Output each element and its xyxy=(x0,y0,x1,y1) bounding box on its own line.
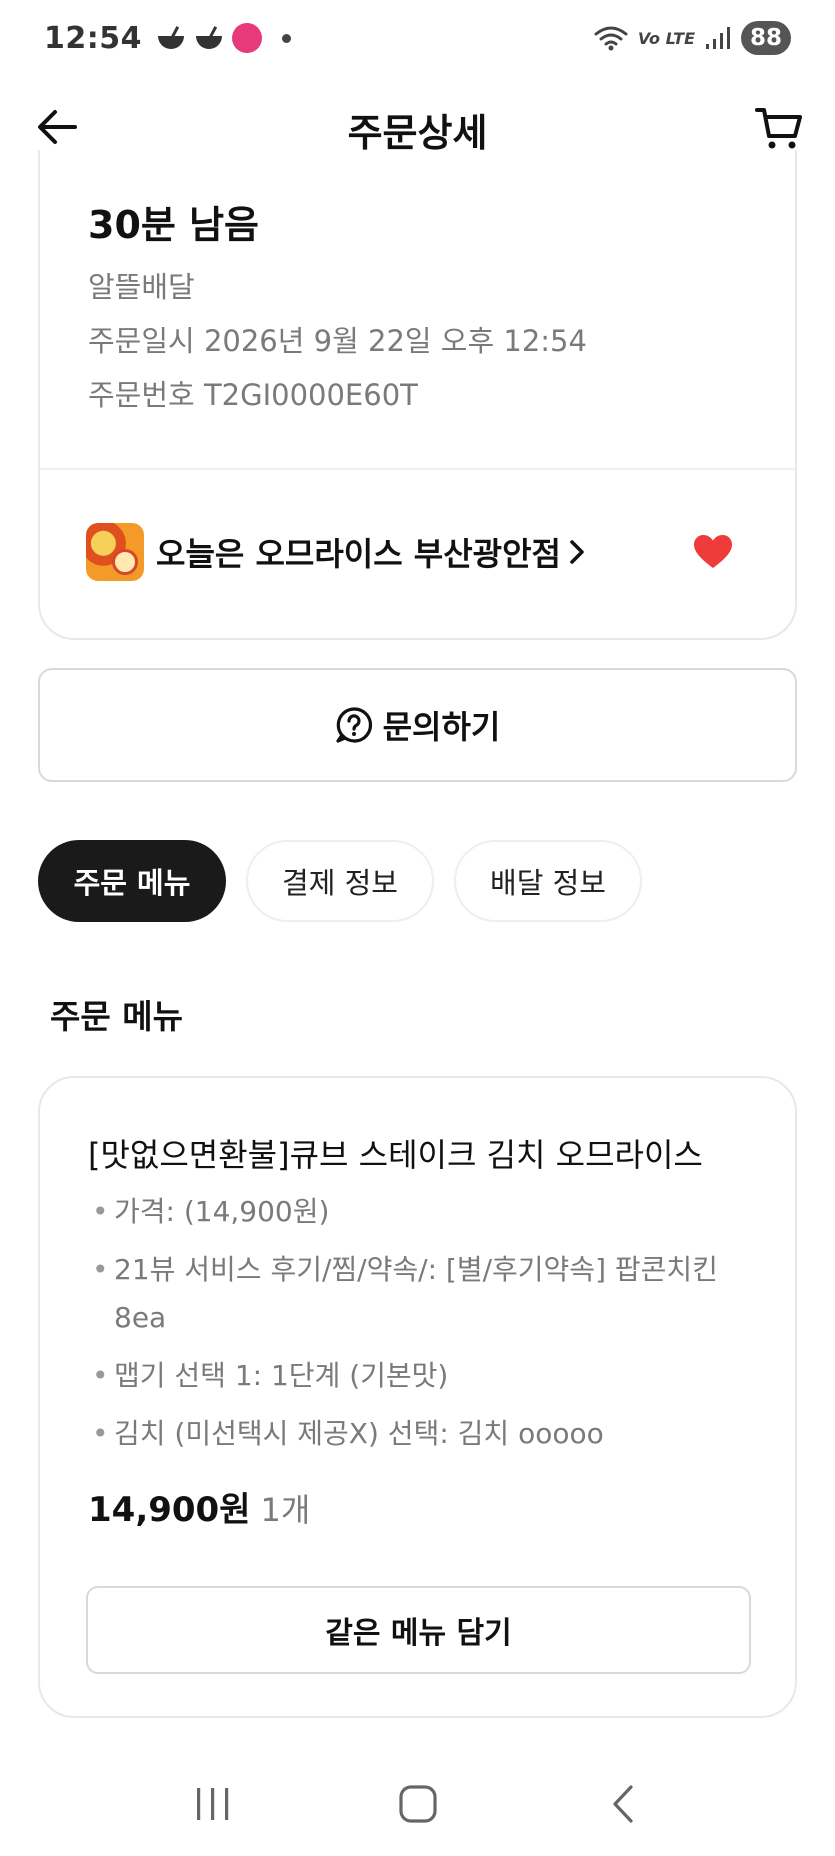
menu-option: 맵기 선택 1: 1단계 (기본맛) xyxy=(88,1352,747,1400)
order-number: 주문번호 T2GI0000E60T xyxy=(88,378,418,412)
status-time: 12:54 xyxy=(44,20,142,56)
inquiry-button[interactable]: 문의하기 xyxy=(38,668,797,782)
tab-order-menu[interactable]: 주문 메뉴 xyxy=(38,840,226,922)
status-indicators: Vo LTE 88 xyxy=(594,21,791,55)
chevron-right-icon xyxy=(569,539,585,565)
section-title: 주문 메뉴 xyxy=(50,997,183,1036)
store-link[interactable]: 오늘은 오므라이스 부산광안점 xyxy=(86,522,749,582)
divider xyxy=(40,468,795,470)
menu-price: 14,900원 xyxy=(88,1490,251,1530)
volte-label: Vo LTE xyxy=(637,28,695,48)
price-row: 14,900원 1개 xyxy=(88,1482,310,1531)
recent-apps-icon xyxy=(196,1788,228,1820)
order-summary-card: 30분 남음 알뜰배달 주문일시 2026년 9월 22일 오후 12:54 주… xyxy=(38,150,797,640)
back-icon xyxy=(612,1785,633,1823)
signal-icon xyxy=(706,27,730,49)
tab-payment-info[interactable]: 결제 정보 xyxy=(246,840,434,922)
cart-button[interactable] xyxy=(753,104,805,154)
system-back-button[interactable] xyxy=(593,1774,653,1834)
home-button[interactable] xyxy=(388,1774,448,1834)
menu-item-card: [맛없으면환불]큐브 스테이크 김치 오므라이스 가격: (14,900원) 2… xyxy=(38,1076,797,1718)
add-same-menu-button[interactable]: 같은 메뉴 담기 xyxy=(86,1586,751,1674)
menu-quantity: 1개 xyxy=(260,1491,311,1529)
menu-name: [맛없으면환불]큐브 스테이크 김치 오므라이스 xyxy=(88,1136,703,1174)
store-thumbnail xyxy=(86,523,144,581)
question-circle-icon xyxy=(336,707,372,743)
bowl-icon xyxy=(156,26,186,50)
app-icon xyxy=(232,23,262,53)
home-icon xyxy=(398,1785,437,1823)
recent-apps-button[interactable] xyxy=(183,1774,243,1834)
favorite-button[interactable] xyxy=(689,528,737,576)
store-name: 오늘은 오므라이스 부산광안점 xyxy=(156,535,562,573)
notification-icons xyxy=(156,23,291,53)
menu-option: 김치 (미선택시 제공X) 선택: 김치 ooooo xyxy=(88,1410,747,1458)
order-datetime: 주문일시 2026년 9월 22일 오후 12:54 xyxy=(88,324,587,358)
order-info: 알뜰배달 주문일시 2026년 9월 22일 오후 12:54 주문번호 T2G… xyxy=(88,260,587,422)
menu-option: 가격: (14,900원) xyxy=(88,1188,747,1236)
page-title: 주문상세 xyxy=(347,111,488,155)
inquiry-label: 문의하기 xyxy=(382,708,501,746)
dot-icon xyxy=(282,33,291,43)
cart-icon xyxy=(755,108,802,149)
remaining-time: 30분 남음 xyxy=(88,203,259,247)
menu-options: 가격: (14,900원) 21뷰 서비스 후기/찜/약속/: [별/후기약속]… xyxy=(88,1188,747,1468)
delivery-type: 알뜰배달 xyxy=(88,270,195,304)
battery-badge: 88 xyxy=(741,21,791,55)
bowl-icon xyxy=(194,26,224,50)
status-bar: 12:54 Vo LTE 88 xyxy=(0,0,835,76)
wifi-icon xyxy=(594,26,628,51)
menu-option: 21뷰 서비스 후기/찜/약속/: [별/후기약속] 팝콘치킨 8ea xyxy=(88,1246,747,1342)
tab-delivery-info[interactable]: 배달 정보 xyxy=(454,840,642,922)
detail-tabs: 주문 메뉴 결제 정보 배달 정보 xyxy=(38,840,642,922)
heart-icon xyxy=(694,535,732,568)
system-nav-bar xyxy=(0,1752,835,1856)
